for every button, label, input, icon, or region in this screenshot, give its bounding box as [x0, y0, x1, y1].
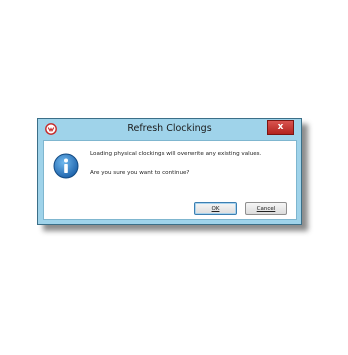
close-button[interactable]: x: [267, 120, 294, 135]
message-line-2: Are you sure you want to continue?: [90, 170, 190, 176]
ok-button-label: OK: [211, 205, 220, 212]
ok-button[interactable]: OK: [194, 202, 237, 215]
cancel-button[interactable]: Cancel: [245, 202, 287, 215]
cancel-button-label: Cancel: [256, 205, 276, 212]
close-icon: x: [277, 122, 284, 132]
dialog-title: Refresh Clockings: [127, 123, 212, 134]
screen: Refresh Clockings x Loading physical clo…: [0, 0, 348, 355]
dialog-body: Loading physical clockings will overwrit…: [43, 140, 297, 220]
refresh-clockings-dialog: Refresh Clockings x Loading physical clo…: [37, 118, 302, 225]
dialog-titlebar[interactable]: Refresh Clockings x: [38, 119, 301, 139]
info-icon: [53, 153, 79, 179]
message-line-1: Loading physical clockings will overwrit…: [90, 151, 262, 157]
